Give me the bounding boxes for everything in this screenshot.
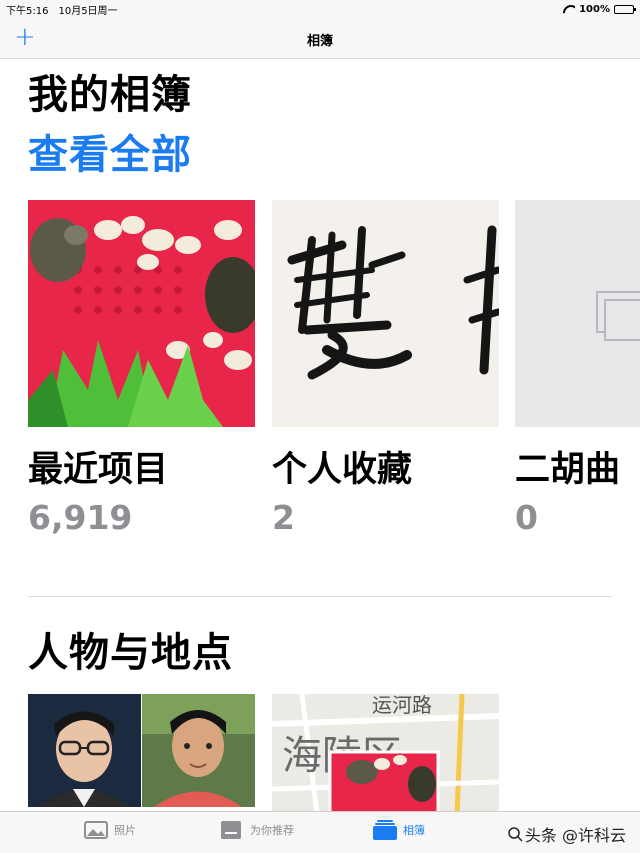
album-thumbnail xyxy=(515,200,640,427)
battery-percent: 100% xyxy=(579,3,610,15)
places-map-thumbnail[interactable]: 运河路 海陵区 xyxy=(272,694,499,814)
photos-app: 下午5:16 10月5日周一 100% + 相簿 我的相簿 查看全部 最近项目 … xyxy=(0,0,640,853)
tab-photos[interactable]: 照片 xyxy=(84,820,136,840)
photos-icon xyxy=(84,821,108,839)
tab-label: 为你推荐 xyxy=(250,824,294,837)
tab-bar: 照片 为你推荐 相簿 头条 @许科云 xyxy=(0,811,640,853)
watermark: 头条 @许科云 xyxy=(507,822,626,846)
section-divider xyxy=(28,596,612,597)
see-all-link[interactable]: 查看全部 xyxy=(28,122,192,180)
tab-label: 照片 xyxy=(114,824,136,837)
album-count: 2 xyxy=(272,498,295,537)
watermark-text: 头条 @许科云 xyxy=(524,826,626,845)
person-thumbnail[interactable] xyxy=(142,694,255,807)
album-favorites[interactable]: 个人收藏 2 xyxy=(272,200,499,537)
album-thumbnail xyxy=(272,200,499,427)
people-places-heading: 人物与地点 xyxy=(28,630,233,676)
status-bar: 下午5:16 10月5日周一 100% xyxy=(0,0,640,18)
navigation-bar: + 相簿 xyxy=(0,18,640,59)
for-you-icon xyxy=(221,821,241,839)
albums-icon xyxy=(373,820,397,840)
svg-text:运河路: 运河路 xyxy=(372,694,432,717)
album-name: 二胡曲 xyxy=(515,450,621,490)
tab-for-you[interactable]: 为你推荐 xyxy=(220,820,294,840)
album-count: 0 xyxy=(515,498,538,537)
search-icon xyxy=(508,827,523,842)
battery-icon xyxy=(614,4,636,14)
tab-albums[interactable]: 相簿 xyxy=(373,820,425,840)
album-count: 6,919 xyxy=(28,498,133,537)
album-erhu[interactable]: 二胡曲 0 xyxy=(515,200,640,537)
wifi-icon xyxy=(563,5,575,14)
status-date: 10月5日周一 xyxy=(58,5,118,17)
status-time: 下午5:16 xyxy=(6,5,49,17)
tab-label: 相簿 xyxy=(403,824,425,837)
page-title: 相簿 xyxy=(306,34,333,49)
album-name: 最近项目 xyxy=(28,450,169,490)
album-recents[interactable]: 最近项目 6,919 xyxy=(28,200,255,537)
my-albums-heading: 我的相簿 xyxy=(28,72,192,118)
person-thumbnail[interactable] xyxy=(28,694,141,807)
album-name: 个人收藏 xyxy=(272,450,413,490)
album-thumbnail xyxy=(28,200,255,427)
